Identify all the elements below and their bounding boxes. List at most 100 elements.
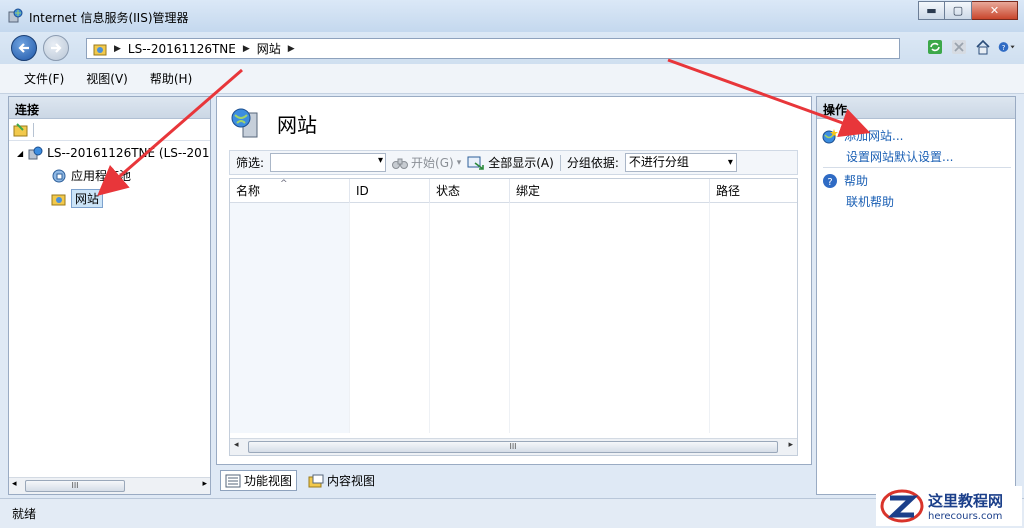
column-body [710,203,797,433]
refresh-icon [928,40,942,54]
add-website-link[interactable]: 添加网站... [844,127,903,144]
view-tabs: 功能视图 内容视图 [220,470,380,491]
dropdown-arrow-icon: ▾ [727,157,733,168]
tab-content-view[interactable]: 内容视图 [303,470,380,491]
address-bar[interactable]: ▶ LS--20161126TNE ▶ 网站 ▶ [86,38,900,59]
scroll-right-arrow-icon[interactable]: ▸ [788,440,793,450]
page-heading: 网站 [229,107,317,139]
scrollbar-thumb[interactable]: III [248,441,778,453]
group-by-select[interactable]: 不进行分组 ▾ [624,153,737,172]
tab-label: 功能视图 [244,474,293,488]
tree-expander[interactable]: ◢ [17,149,23,158]
features-view-icon [225,474,241,487]
menu-help[interactable]: 帮助(H) [150,70,192,87]
back-button[interactable] [11,35,37,61]
sites-globe-icon [231,108,258,138]
status-bar: 就绪 [0,498,1024,528]
sites-folder-icon [93,44,107,55]
column-header-status[interactable]: 状态 [430,179,510,203]
help-link[interactable]: 帮助 [844,172,868,189]
watermark-en: herecours.com [928,511,1003,522]
column-header-id[interactable]: ID [350,179,430,203]
status-text: 就绪 [12,507,37,521]
navigation-bar: ▶ LS--20161126TNE ▶ 网站 ▶ ? [0,32,1024,64]
column-label: 名称 [236,184,261,198]
column-header-name[interactable]: ^ 名称 [230,179,350,203]
menu-bar: 文件(F) 视图(V) 帮助(H) [0,64,1024,94]
tree-node-sites[interactable]: 网站 [51,189,104,208]
column-label: ID [356,184,369,198]
binoculars-icon [392,158,409,169]
home-icon [976,39,990,55]
filter-bar: 筛选: 开始(G) ▾ 全部显示(A) 分组依据: 不进行分组 ▾ [229,150,798,175]
actions-header: 操作 [817,97,1015,119]
refresh-button[interactable] [926,38,944,56]
home-button[interactable] [974,38,992,56]
close-button[interactable]: ✕ [972,1,1018,20]
content-view-icon [308,474,324,487]
scroll-left-arrow-icon[interactable]: ◂ [12,479,17,489]
stop-button[interactable] [950,38,968,56]
breadcrumb-separator: ▶ [242,43,250,54]
dropdown-arrow-icon: ▾ [456,157,462,168]
tree-label-server: LS--20161126TNE (LS--201 [47,146,210,160]
show-all-button[interactable]: 全部显示(A) [467,154,554,171]
breadcrumb-server[interactable]: LS--20161126TNE [128,42,236,56]
list-header: ^ 名称 ID 状态 绑定 路径 [230,179,797,203]
page-title: 网站 [277,112,317,137]
scroll-left-arrow-icon[interactable]: ◂ [234,440,239,450]
tab-features-view[interactable]: 功能视图 [220,470,298,491]
tab-label: 内容视图 [327,474,376,488]
connect-icon[interactable] [13,122,29,138]
set-defaults-action[interactable]: 设置网站默认设置... [846,148,953,165]
start-filter-label: 开始(G) [411,156,454,170]
breadcrumb-separator: ▶ [114,43,121,54]
online-help-link[interactable]: 联机帮助 [846,193,894,210]
help-action[interactable]: ? 帮助 [822,172,868,189]
show-all-icon [467,156,485,170]
column-label: 绑定 [516,184,541,198]
help-icon: ? [998,42,1015,52]
sites-page: 网站 筛选: 开始(G) ▾ 全部显示(A) 分组依据: 不进行分组 ▾ ^ 名… [216,96,812,465]
iis-app-icon [8,8,23,23]
menu-view[interactable]: 视图(V) [86,70,128,87]
app-pool-icon [52,169,66,182]
column-label: 路径 [716,184,741,198]
toolbar-divider [33,122,34,137]
list-horizontal-scrollbar[interactable]: ◂ III ▸ [230,438,797,455]
window-controls: ▬ ▢ ✕ [918,1,1018,20]
filter-input[interactable] [270,153,387,172]
tree-node-server[interactable]: ◢ LS--20161126TNE (LS--201 [17,145,209,161]
maximize-button[interactable]: ▢ [945,1,972,20]
online-help-action[interactable]: 联机帮助 [846,193,894,210]
list-body [230,203,797,433]
connections-panel: 连接 ◢ LS--20161126TNE (LS--201 应用程序池 网站 ◂… [8,96,211,495]
actions-panel: 操作 添加网站... 设置网站默认设置... ? 帮助 联机帮助 [816,96,1016,495]
tree-node-app-pools[interactable]: 应用程序池 [51,167,131,184]
column-header-path[interactable]: 路径 [710,179,797,203]
watermark: 这里教程网 herecours.com [876,486,1022,526]
column-body [430,203,510,433]
group-by-value: 不进行分组 [628,155,689,169]
add-website-action[interactable]: 添加网站... [822,127,903,144]
sort-ascending-icon: ^ [280,179,288,189]
set-defaults-link[interactable]: 设置网站默认设置... [846,148,953,165]
watermark-logo-icon [880,489,924,523]
sites-folder-icon [51,194,66,205]
scroll-right-arrow-icon[interactable]: ▸ [202,479,207,489]
connections-toolbar [9,119,210,141]
tree-label-app-pools: 应用程序池 [71,169,132,183]
forward-button[interactable] [43,35,69,61]
scrollbar-thumb[interactable]: III [25,480,125,492]
arrow-right-icon [51,43,62,53]
column-header-binding[interactable]: 绑定 [510,179,710,203]
connections-horizontal-scrollbar[interactable]: ◂ III ▸ [9,477,210,494]
menu-file[interactable]: 文件(F) [24,70,64,87]
start-filter-button[interactable]: 开始(G) ▾ [392,154,461,171]
breadcrumb-sites[interactable]: 网站 [257,40,281,57]
stop-icon [952,40,966,54]
help-dropdown-button[interactable]: ? [998,38,1016,56]
column-body [350,203,430,433]
minimize-button[interactable]: ▬ [918,1,945,20]
watermark-cn: 这里教程网 [928,492,1004,510]
